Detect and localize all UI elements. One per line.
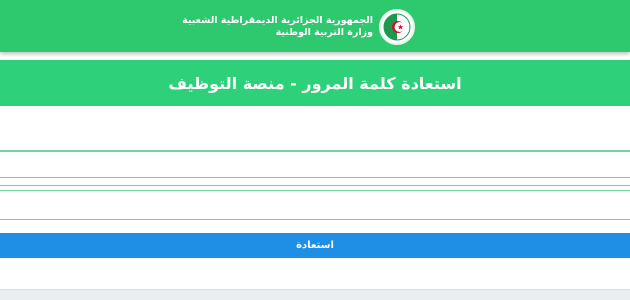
brand: الجمهورية الجزائرية الديمقراطية الشعبية … [182, 8, 415, 46]
top-header-bar: الجمهورية الجزائرية الديمقراطية الشعبية … [0, 0, 630, 52]
algeria-emblem-icon [379, 9, 415, 45]
recovery-input-2[interactable] [0, 151, 630, 178]
recovery-input-1[interactable] [0, 106, 630, 151]
recover-button[interactable]: استعادة [0, 233, 630, 258]
divider [0, 185, 630, 186]
republic-name: الجمهورية الجزائرية الديمقراطية الشعبية [182, 15, 373, 26]
recovery-input-3[interactable] [0, 190, 630, 220]
ministry-name: وزارة التربية الوطنية [275, 27, 373, 38]
page-title: استعادة كلمة المرور - منصة التوظيف [168, 73, 462, 93]
title-band: استعادة كلمة المرور - منصة التوظيف [0, 60, 630, 106]
footer-strip [0, 289, 630, 300]
brand-text: الجمهورية الجزائرية الديمقراطية الشعبية … [182, 15, 373, 39]
